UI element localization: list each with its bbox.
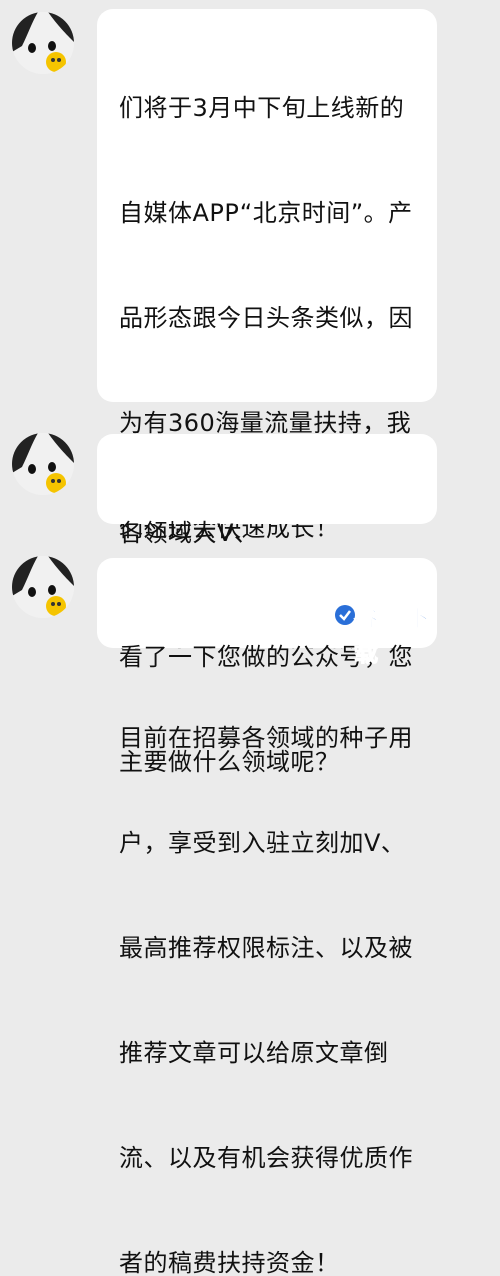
dog-avatar-icon [12,12,74,74]
watermark: 谷普下载 [334,598,452,668]
avatar[interactable] [12,556,74,618]
message-line: 品形态跟今日头条类似，因 [119,304,413,332]
message-line: 各领域大V、 [119,519,259,547]
dog-avatar-icon [12,556,74,618]
message-line: 推荐文章可以给原文章倒 [119,1039,389,1067]
avatar[interactable] [12,12,74,74]
avatar[interactable] [12,433,74,495]
dog-avatar-icon [12,433,74,495]
message-bubble: 各领域大V、 内容原创优质，更新频率高 [97,434,437,652]
message-line: 们将于3月中下旬上线新的 [119,94,405,122]
message-line: 户，享受到入驻立刻加V、 [119,829,406,857]
message-line: 流、以及有机会获得优质作 [119,1144,413,1172]
message-line: 最高推荐权限标注、以及被 [119,934,413,962]
message-line: 主要做什么领域呢？ [119,748,340,776]
message-bubble: 们将于3月中下旬上线新的 自媒体APP“北京时间”。产 品形态跟今日头条类似，因… [97,9,437,1276]
message-line: 者的稿费扶持资金！ [119,1249,340,1276]
message-line: 自媒体APP“北京时间”。产 [119,199,413,227]
watermark-text: 谷普下载 [354,604,432,668]
watermark-logo-icon [335,605,355,625]
